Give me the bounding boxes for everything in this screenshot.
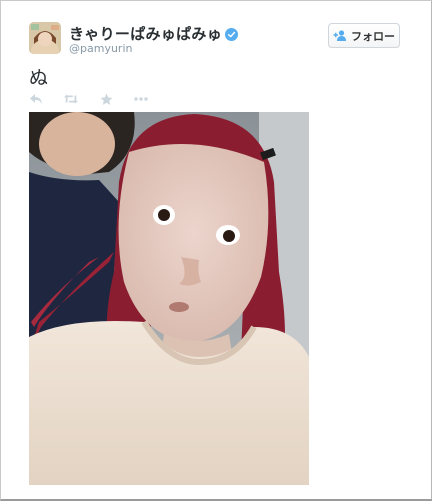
- avatar-image: [29, 22, 61, 54]
- retweet-button[interactable]: [64, 92, 78, 106]
- favorite-button[interactable]: [99, 92, 113, 106]
- user-handle[interactable]: @pamyurin: [69, 42, 132, 55]
- tweet-photo[interactable]: [29, 112, 309, 485]
- follow-button[interactable]: フォロー: [328, 23, 400, 48]
- verified-badge-icon: [225, 28, 239, 41]
- tweet-actions: [29, 92, 169, 106]
- embedded-tweet-card: きゃりーぱみゅぱみゅ @pamyurin フォロー ぬ: [0, 0, 432, 501]
- add-user-icon: [333, 30, 346, 41]
- more-button[interactable]: [134, 92, 148, 106]
- follow-button-label: フォロー: [351, 29, 395, 43]
- display-name[interactable]: きゃりーぱみゅぱみゅ: [69, 23, 239, 44]
- reply-icon: [30, 94, 42, 104]
- display-name-text[interactable]: きゃりーぱみゅぱみゅ: [69, 25, 222, 43]
- avatar[interactable]: [29, 22, 61, 54]
- tweet-text: ぬ: [29, 67, 49, 89]
- photo-image: [29, 112, 309, 485]
- retweet-icon: [64, 94, 78, 104]
- reply-button[interactable]: [29, 92, 43, 106]
- star-icon: [100, 93, 112, 105]
- more-dots-icon: [134, 97, 148, 101]
